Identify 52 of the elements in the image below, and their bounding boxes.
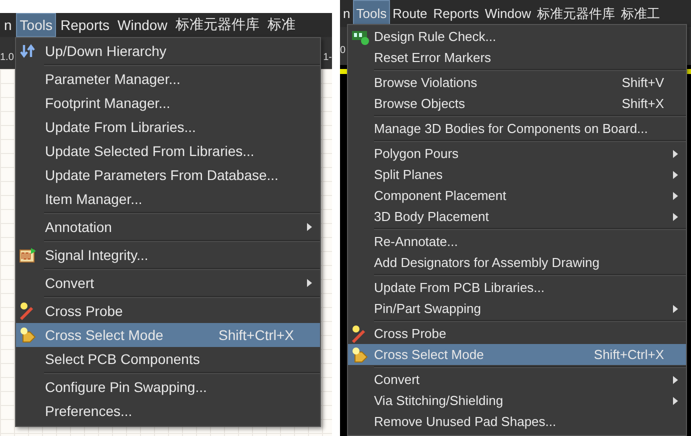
menu-item[interactable]: Cross Probe [16,299,320,323]
menu-item[interactable]: Browse Objects Shift+X [348,93,686,114]
menu-item[interactable]: Parameter Manager... [16,67,320,91]
menu-item[interactable]: Footprint Manager... [16,91,320,115]
menu-item[interactable]: Item Manager... [16,187,320,211]
up-down-arrows-icon [19,42,37,60]
menu-item[interactable]: Select PCB Components [16,347,320,371]
menu-bar-item[interactable]: 标准 [263,13,300,37]
menu-item[interactable]: Pin/Part Swapping [348,298,686,319]
menu-item[interactable]: Via Stitching/Shielding [348,390,686,411]
menu-item[interactable]: Cross Probe [348,323,686,344]
menu-item[interactable]: Reset Error Markers [348,47,686,68]
menu-item[interactable]: Convert [16,271,320,295]
menu-item[interactable]: Update From PCB Libraries... [348,277,686,298]
menu-item[interactable]: Cross Select Mode Shift+Ctrl+X [16,323,320,347]
menu-item[interactable]: Configure Pin Swapping... [16,375,320,399]
menu-item[interactable]: Manage 3D Bodies for Components on Board... [348,118,686,139]
menu-bar-item[interactable]: 标准元器件库 [534,0,618,27]
menu-bar-item[interactable]: Reports [430,0,482,27]
cross-select-icon [19,326,37,344]
menu-item[interactable]: Re-Annotate... [348,231,686,252]
menu-item[interactable]: Update Parameters From Database... [16,163,320,187]
menu-item[interactable]: Annotation [16,215,320,239]
menu-item[interactable]: Browse Violations Shift+V [348,72,686,93]
menu-bar-item[interactable]: Window [482,0,534,27]
menu-item[interactable]: Polygon Pours [348,143,686,164]
toolbar-text: 0 [340,44,346,56]
menu-item[interactable]: Cross Select Mode Shift+Ctrl+X [348,344,686,365]
menu-item[interactable]: Update From Libraries... [16,115,320,139]
toolbar-text: 1- [323,50,332,62]
menu-bar-item[interactable]: 标准元器件库 [171,13,264,37]
menu-item[interactable]: Update Selected From Libraries... [16,139,320,163]
menu-bar-item[interactable]: Route [390,0,430,27]
menu-item[interactable]: Add Designators for Assembly Drawing [348,252,686,273]
toolbar-text: 1.0 [0,50,14,62]
menu-bar-item[interactable]: Reports [56,13,114,37]
menu-item[interactable]: Preferences... [16,399,320,423]
menu-bar-item[interactable]: 标准工 [618,0,664,27]
menu-item[interactable]: Signal Integrity... [16,243,320,267]
menu-bar-item[interactable]: n [340,0,354,27]
cross-select-icon [351,346,369,364]
menu-bar-item[interactable]: Window [114,13,172,37]
menu-item[interactable]: Remove Unused Pad Shapes... [348,411,686,432]
menu-item[interactable]: Convert [348,369,686,390]
menu-item[interactable]: Up/Down Hierarchy [16,39,320,63]
menu-item[interactable]: 3D Body Placement [348,206,686,227]
menu-item[interactable]: Split Planes [348,164,686,185]
menu-bar-item[interactable]: Tools [16,13,56,37]
menu-bar-item[interactable]: n [0,13,16,37]
menu-item[interactable]: Component Placement [348,185,686,206]
waveform-icon [19,246,37,264]
menu-item[interactable]: Design Rule Check... [348,26,686,47]
